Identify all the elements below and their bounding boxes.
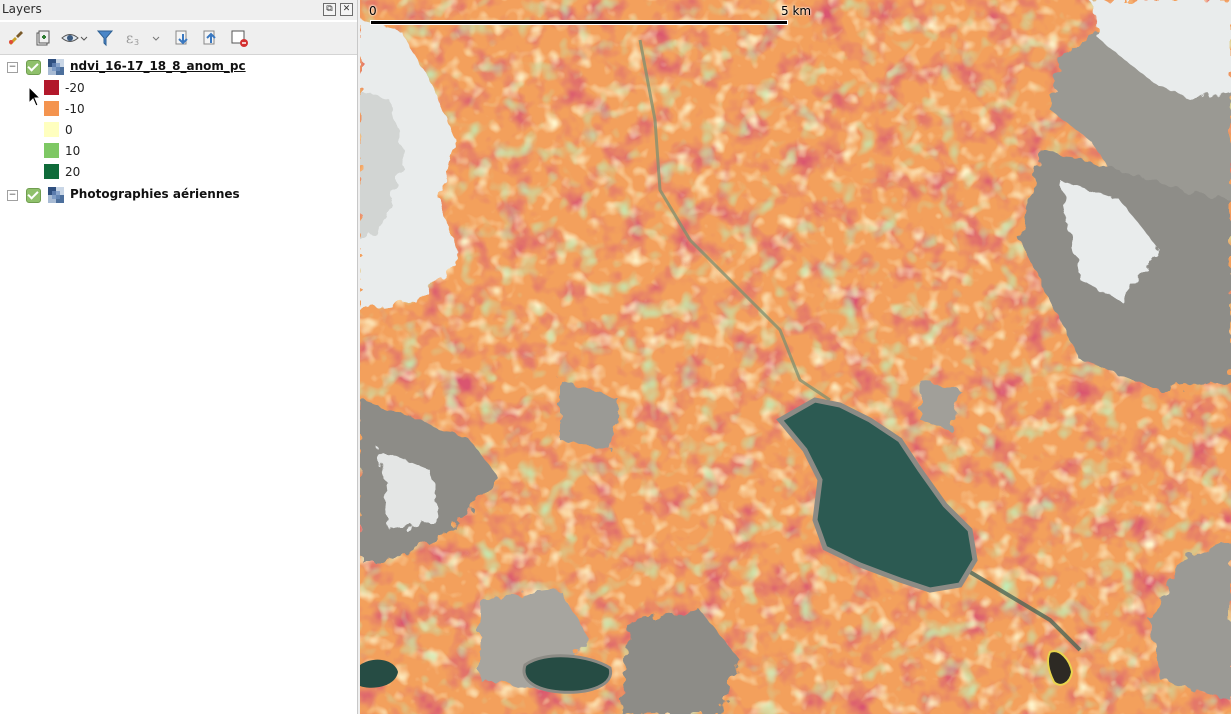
- panel-titlebar: Layers ⧉ ✕: [0, 0, 357, 20]
- close-panel-icon[interactable]: ✕: [340, 3, 353, 16]
- map-canvas[interactable]: 0 5 km: [360, 0, 1231, 714]
- remove-layer-icon[interactable]: [229, 28, 249, 48]
- collapse-toggle-icon[interactable]: −: [7, 190, 18, 201]
- scale-end-label: 5 km: [781, 4, 812, 18]
- legend-swatch: [44, 122, 59, 137]
- legend-swatch: [44, 143, 59, 158]
- scale-start-label: 0: [369, 4, 377, 18]
- panel-title: Layers: [2, 2, 42, 16]
- raster-layer-icon: [48, 59, 64, 75]
- small-lake: [522, 654, 613, 694]
- legend-swatch: [44, 101, 59, 116]
- legend-label: -20: [65, 81, 85, 95]
- legend-swatch: [44, 164, 59, 179]
- legend-label: 20: [65, 165, 81, 179]
- legend-swatch: [44, 80, 59, 95]
- mouse-cursor-icon: [28, 86, 42, 107]
- layer-visibility-checkbox[interactable]: [26, 60, 41, 75]
- add-group-icon[interactable]: [33, 28, 53, 48]
- collapse-toggle-icon[interactable]: −: [7, 62, 18, 73]
- layer-visibility-checkbox[interactable]: [26, 188, 41, 203]
- layer-tree: − ndvi_16-17_18_8_anom_pc -20 -10 0 10 2…: [0, 55, 357, 714]
- legend-label: 0: [65, 123, 73, 137]
- layer-name[interactable]: ndvi_16-17_18_8_anom_pc: [70, 59, 246, 73]
- scale-bar: 0 5 km: [369, 0, 814, 30]
- svg-text:3: 3: [134, 38, 139, 47]
- layers-panel: Layers ⧉ ✕ ε3 − ndvi_16-17_18_8_anom_pc …: [0, 0, 358, 714]
- scale-bar-line: [371, 21, 787, 24]
- expression-filter-icon[interactable]: ε3: [124, 28, 164, 48]
- legend-label: 10: [65, 144, 81, 158]
- ndvi-anomaly-map[interactable]: [360, 0, 1231, 714]
- collapse-all-icon[interactable]: [201, 28, 221, 48]
- style-paint-icon[interactable]: [6, 28, 26, 48]
- raster-layer-icon: [48, 187, 64, 203]
- filter-icon[interactable]: [95, 28, 115, 48]
- expand-all-icon[interactable]: [173, 28, 193, 48]
- legend-label: -10: [65, 102, 85, 116]
- layer-name[interactable]: Photographies aériennes: [70, 187, 240, 201]
- svg-text:ε: ε: [126, 31, 133, 47]
- visibility-eye-icon[interactable]: [60, 28, 88, 48]
- layers-toolbar: ε3: [0, 22, 357, 55]
- float-panel-icon[interactable]: ⧉: [323, 3, 336, 16]
